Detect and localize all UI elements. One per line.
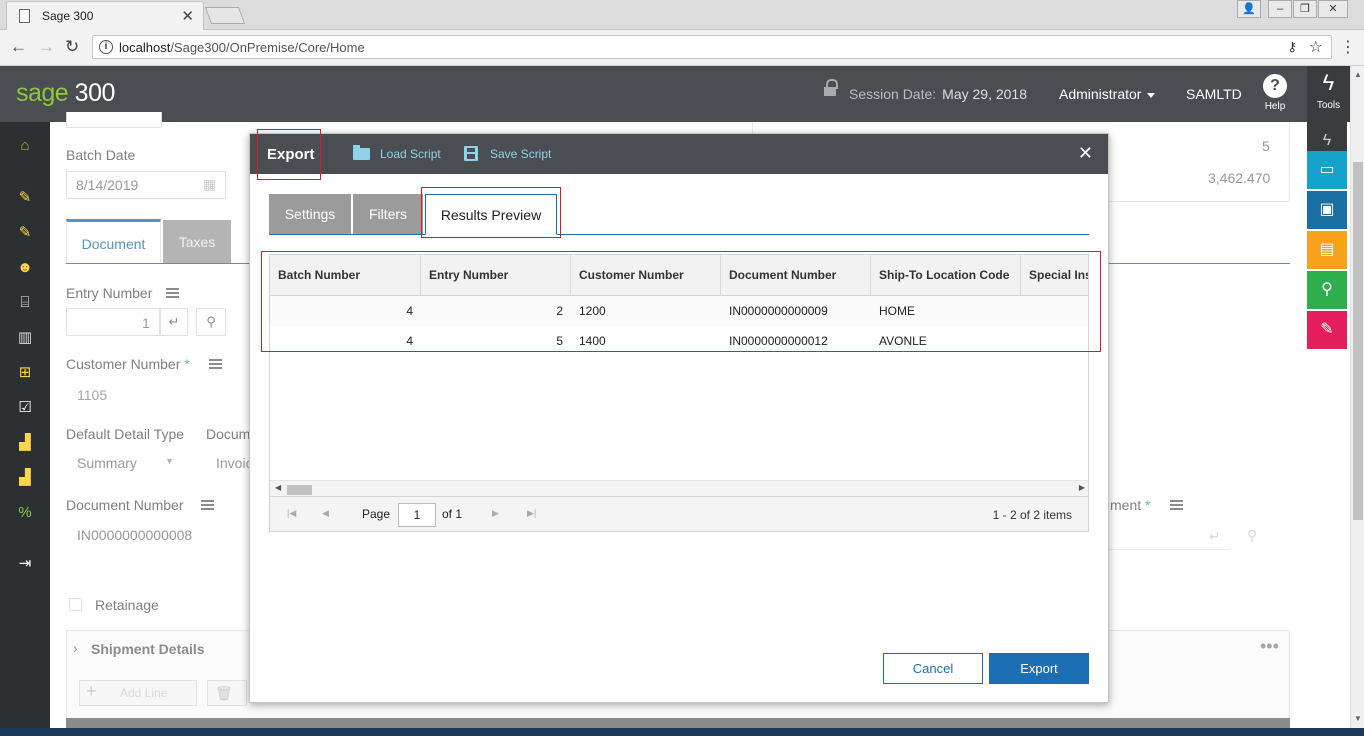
scroll-down-icon[interactable]: ▼ (1354, 714, 1362, 723)
url-path: /Sage300/OnPremise/Core/Home (170, 40, 365, 55)
user-name: Administrator (1059, 86, 1142, 102)
chart-icon[interactable]: ☑ (15, 398, 35, 418)
chevron-down-icon (1147, 92, 1156, 98)
session-date-label: Session Date: (849, 86, 937, 102)
page-number-input[interactable]: 1 (398, 503, 436, 527)
export-dialog-header: Export Load Script Save Script ✕ (250, 134, 1108, 174)
page-label: Page (362, 507, 391, 521)
grid-horizontal-scrollbar[interactable]: ◀ ▶ (270, 480, 1088, 497)
home-icon[interactable]: ⌂ (15, 136, 35, 156)
lock-icon (824, 79, 838, 98)
production-icon[interactable]: ▟ (15, 468, 35, 488)
key-icon[interactable]: ⚷ (1287, 39, 1297, 55)
company-name[interactable]: SAMLTD (1186, 86, 1242, 102)
previous-page-icon[interactable]: ◀ (322, 508, 329, 519)
close-tab-icon[interactable]: ✕ (181, 7, 194, 25)
session-date-value: May 29, 2018 (942, 86, 1028, 102)
receivables-icon[interactable]: ✎ (15, 223, 35, 243)
windows-icon[interactable]: ▭ (1307, 151, 1347, 189)
taskbar (0, 728, 1364, 736)
page-icon (19, 9, 30, 23)
customer-icon[interactable]: ☻ (15, 258, 35, 278)
bookmark-star-icon[interactable]: ☆ (1309, 37, 1323, 57)
export-tabs: Settings Filters Results Preview (269, 194, 1089, 235)
session-icon[interactable]: ▣ (1307, 191, 1347, 229)
general-ledger-icon[interactable]: ✎ (15, 188, 35, 208)
expand-nav-icon[interactable]: ⇥ (15, 554, 35, 574)
item-count: 1 - 2 of 2 items (992, 508, 1072, 522)
left-navigation: ⌂ ✎ ✎ ☻ ⌸ ▥ ⊞ ☑ ▟ ▟ % ⇥ (0, 122, 50, 736)
logo-word: sage (16, 79, 69, 107)
browser-menu-icon[interactable]: ⋮ (1340, 37, 1356, 57)
load-script-button[interactable]: Load Script (380, 147, 441, 161)
address-bar: ← → ↻ i localhost/Sage300/OnPremise/Core… (0, 30, 1364, 66)
save-icon[interactable] (464, 146, 478, 161)
browser-tab-title: Sage 300 (42, 9, 94, 23)
user-menu[interactable]: Administrator (1059, 86, 1156, 102)
bank-icon[interactable]: ⌸ (15, 293, 35, 313)
company-icon[interactable]: ▥ (15, 328, 35, 348)
forward-icon[interactable]: → (38, 37, 55, 57)
grid-pager: |◀ ◀ Page 1 of 1 ▶ ▶| 1 - 2 of 2 items (269, 496, 1089, 532)
help-icon: ? (1263, 74, 1287, 98)
browser-tab-strip: Sage 300 ✕ 👤 – ❐ ✕ (0, 0, 1364, 30)
sage-logo: sage 300 (16, 79, 115, 108)
first-page-icon[interactable]: |◀ (287, 508, 296, 519)
scroll-up-icon[interactable]: ▲ (1354, 70, 1362, 79)
report-icon[interactable]: ▤ (1307, 231, 1347, 269)
url-input[interactable]: i localhost/Sage300/OnPremise/Core/Home … (92, 35, 1332, 59)
cancel-button[interactable]: Cancel (883, 653, 983, 684)
new-tab-button[interactable] (204, 7, 246, 24)
next-page-icon[interactable]: ▶ (492, 508, 499, 519)
scroll-right-icon[interactable]: ▶ (1079, 483, 1085, 492)
restore-icon[interactable]: ❐ (1293, 0, 1317, 18)
app-header: sage 300 Session Date: May 29, 2018 Admin… (0, 66, 1350, 122)
help-button[interactable]: ? Help (1257, 74, 1293, 112)
page-scrollbar[interactable]: ▲ ▼ (1350, 66, 1364, 728)
tax-icon[interactable]: % (15, 503, 35, 523)
highlight-box (261, 251, 1101, 352)
scroll-thumb[interactable] (1353, 162, 1363, 520)
export-dialog: Export Load Script Save Script ✕ Setting… (249, 129, 1109, 703)
folder-icon[interactable] (353, 145, 370, 160)
factory-icon[interactable]: ▟ (15, 433, 35, 453)
cart-icon[interactable]: ⊞ (15, 363, 35, 383)
highlight-box (257, 129, 321, 180)
url-host: localhost (119, 40, 171, 55)
user-profile-icon[interactable]: 👤 (1237, 0, 1261, 18)
close-window-icon[interactable]: ✕ (1318, 0, 1348, 18)
browser-tab[interactable]: Sage 300 ✕ (6, 1, 204, 30)
scroll-thumb[interactable] (287, 485, 312, 495)
minimize-icon[interactable]: – (1268, 0, 1292, 18)
scroll-left-icon[interactable]: ◀ (275, 483, 281, 492)
last-page-icon[interactable]: ▶| (527, 508, 536, 519)
lightning-icon: ϟ (1322, 70, 1335, 95)
session-date: Session Date: May 29, 2018 (849, 86, 1027, 102)
finder-icon[interactable]: ⚲ (1307, 271, 1347, 309)
reload-icon[interactable]: ↻ (65, 37, 79, 57)
help-label: Help (1264, 101, 1286, 112)
page-total: of 1 (442, 507, 463, 521)
tab-filters[interactable]: Filters (353, 194, 423, 234)
export-button[interactable]: Export (989, 653, 1089, 684)
back-icon[interactable]: ← (10, 37, 27, 57)
tools-label: Tools (1316, 100, 1341, 111)
highlight-box (421, 187, 561, 238)
customize-icon[interactable]: ✎ (1307, 311, 1347, 349)
right-tool-panel: ϟ ▭ ▣ ▤ ⚲ ✎ (1307, 122, 1350, 350)
save-script-button[interactable]: Save Script (490, 147, 551, 161)
site-info-icon[interactable]: i (99, 40, 113, 54)
logo-number: 300 (74, 79, 116, 107)
tab-settings[interactable]: Settings (269, 194, 351, 234)
close-icon[interactable]: ✕ (1078, 143, 1093, 164)
tools-button[interactable]: ϟ Tools (1307, 66, 1350, 122)
